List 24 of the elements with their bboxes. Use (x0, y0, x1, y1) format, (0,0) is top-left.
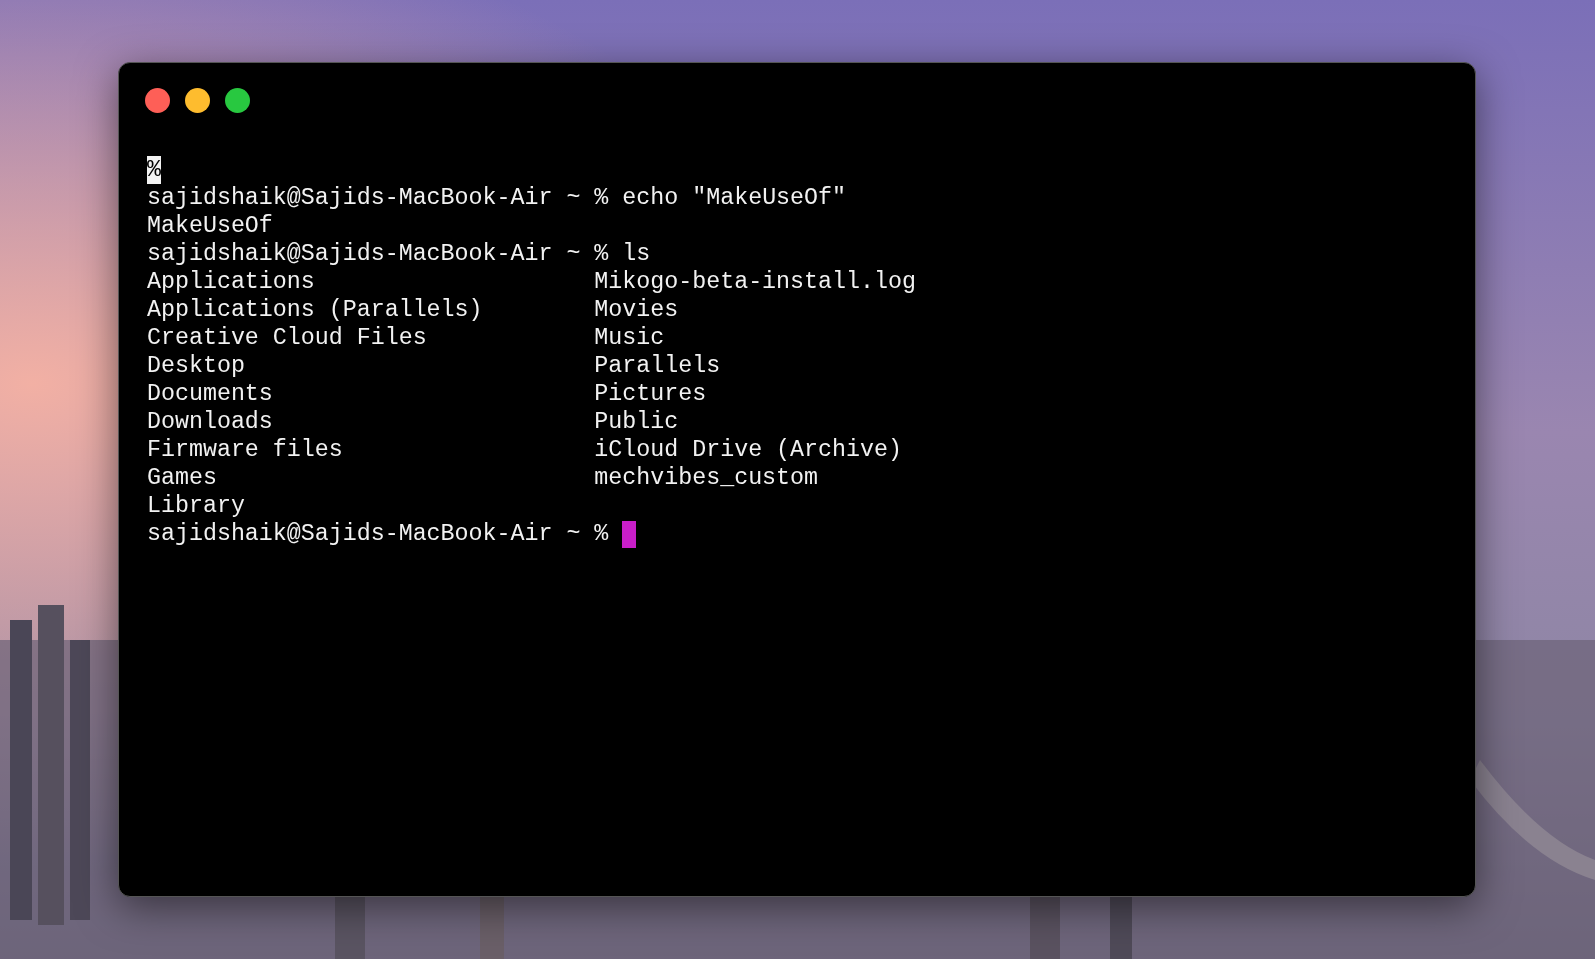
terminal-line: sajidshaik@Sajids-MacBook-Air ~ % echo "MakeUseOf" (147, 184, 847, 212)
file-name: Firmware files (147, 436, 344, 464)
file-name: Downloads (147, 408, 274, 436)
file-name: Movies (594, 296, 679, 324)
terminal-prompt: sajidshaik@Sajids-MacBook-Air ~ % (147, 520, 609, 548)
close-button[interactable] (145, 88, 170, 113)
file-name: Parallels (594, 352, 721, 380)
file-name: Documents (147, 380, 274, 408)
terminal-line: MakeUseOf (147, 212, 273, 240)
file-name: Library (147, 492, 246, 520)
file-name: Applications (147, 268, 316, 296)
file-name: Creative Cloud Files (147, 324, 428, 352)
minimize-button[interactable] (185, 88, 210, 113)
terminal-line: sajidshaik@Sajids-MacBook-Air ~ % ls (147, 240, 651, 268)
file-name: Applications (Parallels) (147, 296, 484, 324)
file-name: Pictures (594, 380, 707, 408)
file-name: Desktop (147, 352, 246, 380)
file-name: iCloud Drive (Archive) (594, 436, 902, 464)
file-name: Games (147, 464, 218, 492)
file-name: Music (594, 324, 665, 352)
zoom-button[interactable] (225, 88, 250, 113)
file-name: Mikogo-beta-install.log (594, 268, 916, 296)
file-name: mechvibes_custom (594, 464, 819, 492)
file-name: Public (594, 408, 679, 436)
